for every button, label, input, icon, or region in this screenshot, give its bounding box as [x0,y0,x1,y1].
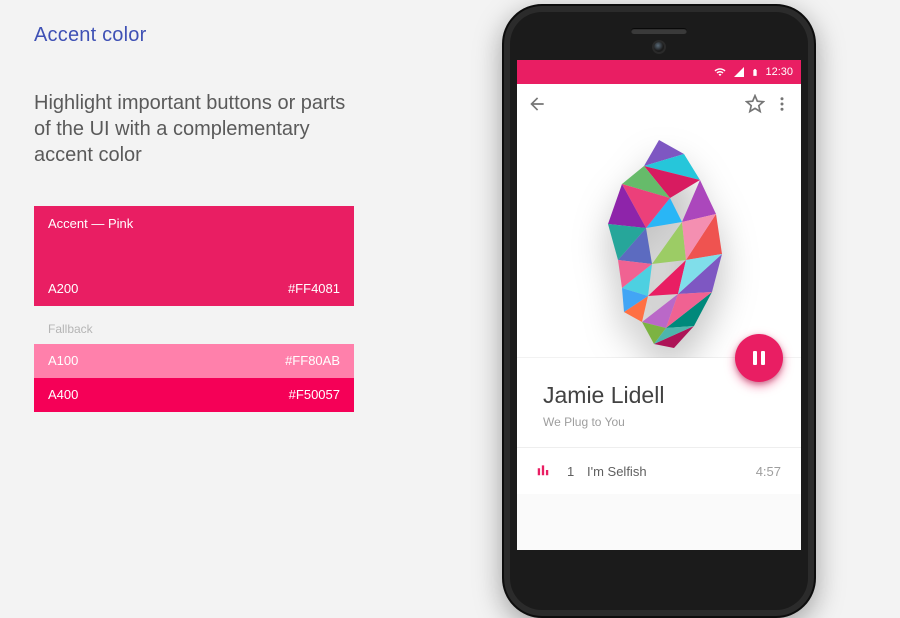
swatch-row-hex: #F50057 [289,387,340,402]
device-speaker [631,28,687,34]
status-time: 12:30 [765,66,793,78]
device-screen: 12:30 [517,60,801,550]
swatch-main-name: Accent — Pink [48,216,133,231]
back-icon[interactable] [527,94,547,119]
section-description: Highlight important buttons or parts of … [34,90,364,168]
swatch-row-hex: #FF80AB [285,353,340,368]
album-art [517,128,801,358]
swatch-row-code: A400 [48,387,78,402]
swatch-row-code: A100 [48,353,78,368]
device-frame: 12:30 [502,4,816,618]
track-number: 1 [567,464,587,479]
pause-icon [753,351,765,365]
fallback-label: Fallback [34,306,354,344]
overflow-icon[interactable] [773,94,791,119]
equalizer-icon [535,463,551,480]
now-playing-card: Jamie Lidell We Plug to You [517,358,801,447]
device-camera [654,42,664,52]
swatch-main-hex: #FF4081 [288,281,340,296]
album-name: We Plug to You [543,415,781,429]
swatch-panel: Accent — Pink A200 #FF4081 Fallback A100… [34,206,354,412]
swatch-row: A400 #F50057 [34,378,354,412]
track-row[interactable]: 1 I'm Selfish 4:57 [517,447,801,494]
section-heading: Accent color [34,24,146,47]
pause-button[interactable] [735,334,783,382]
swatch-main-code: A200 [48,281,78,296]
artist-name: Jamie Lidell [543,382,781,409]
star-icon[interactable] [745,94,765,119]
track-title: I'm Selfish [587,464,756,479]
swatch-row: A100 #FF80AB [34,344,354,378]
battery-icon [751,66,759,79]
status-bar: 12:30 [517,60,801,84]
wifi-icon [713,66,727,78]
swatch-main: Accent — Pink A200 #FF4081 [34,206,354,306]
signal-icon [733,66,745,78]
track-duration: 4:57 [756,464,781,479]
app-bar [517,84,801,128]
